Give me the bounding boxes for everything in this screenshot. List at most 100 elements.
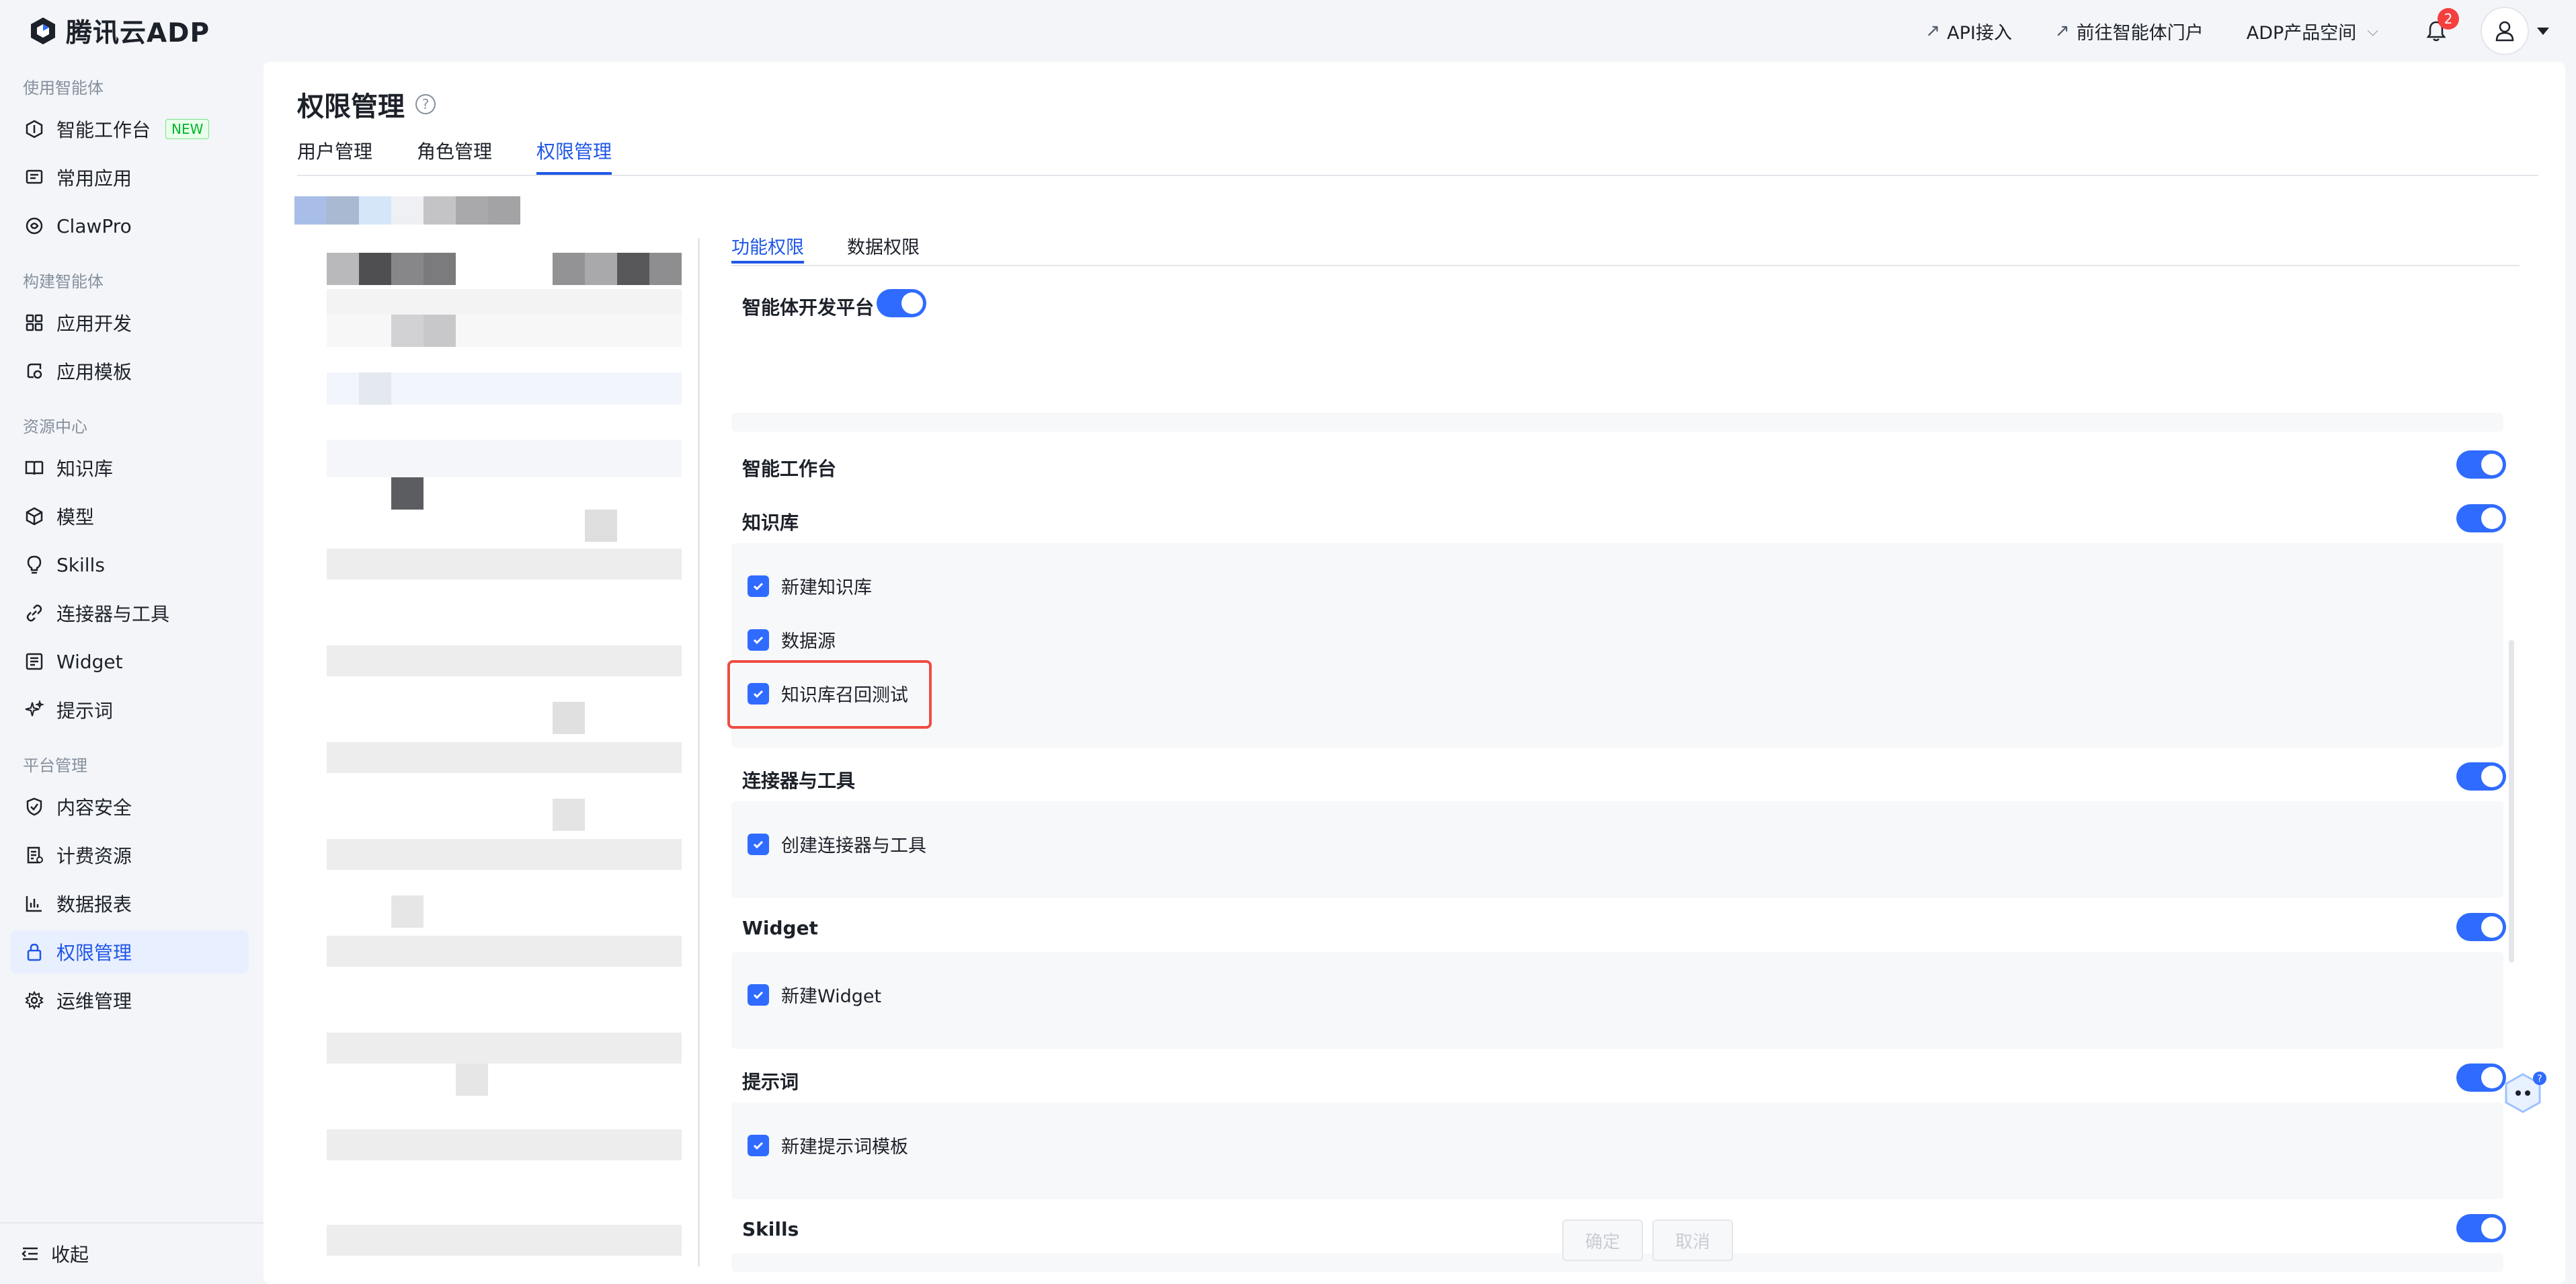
cancel-button[interactable]: 取消 (1652, 1219, 1733, 1261)
connectors-items-box (731, 801, 2503, 898)
highlight-box (727, 660, 932, 729)
sidebar-item-clawpro[interactable]: ClawPro (11, 204, 249, 247)
permission-label: 数据源 (781, 631, 836, 652)
blurred-block (327, 196, 359, 225)
tab-permission-management[interactable]: 权限管理 (536, 134, 612, 175)
avatar[interactable] (2481, 7, 2529, 55)
sidebar-item-common-apps[interactable]: 常用应用 (11, 156, 249, 199)
help-icon[interactable]: ? (415, 94, 436, 114)
tab-role-management[interactable]: 角色管理 (417, 134, 492, 175)
external-arrow-icon: ↗ (1925, 21, 1941, 41)
blurred-block (327, 289, 682, 315)
tab-function-permissions[interactable]: 功能权限 (731, 223, 804, 264)
checkbox-checked-icon (748, 575, 769, 597)
tab-user-management[interactable]: 用户管理 (297, 134, 372, 175)
widget-icon (26, 653, 43, 670)
blurred-block (359, 253, 391, 285)
section-toggle-prompts[interactable] (2456, 1064, 2506, 1092)
new-badge: NEW (165, 119, 210, 139)
blurred-block (456, 1064, 488, 1096)
sidebar-item-connectors[interactable]: 连接器与工具 (11, 592, 249, 635)
blurred-block (327, 742, 682, 773)
cube-icon (26, 507, 43, 526)
blurred-block (359, 196, 391, 225)
billing-icon (27, 846, 43, 864)
section-title-skills: Skills (742, 1218, 799, 1240)
blurred-block (617, 253, 649, 285)
blurred-block (424, 253, 456, 285)
sidebar-item-reports[interactable]: 数据报表 (11, 882, 249, 925)
blurred-block (294, 196, 327, 225)
page-title: 权限管理 ? (297, 85, 436, 124)
permission-subtabs: 功能权限 数据权限 (731, 223, 920, 264)
svg-text:?: ? (2537, 1074, 2542, 1084)
top-bar: 腾讯云ADP ↗ API接入 ↗ 前往智能体门户 ADP产品空间 ⌵ 2 (0, 0, 2576, 62)
sidebar-group-title: 平台管理 (23, 756, 87, 775)
permission-label: 新建Widget (781, 986, 882, 1007)
claw-icon (26, 217, 43, 235)
section-toggle-widget[interactable] (2456, 913, 2506, 941)
shield-icon (26, 797, 42, 816)
space-selector[interactable]: ADP产品空间 ⌵ (2247, 18, 2378, 44)
collapse-sidebar-button[interactable]: 收起 (0, 1222, 264, 1284)
collapse-icon (22, 1247, 38, 1260)
sidebar-item-prompts[interactable]: 提示词 (11, 688, 249, 731)
scrollbar[interactable] (2509, 640, 2514, 963)
sidebar-item-label: Widget (56, 650, 123, 673)
dashboard-icon (26, 120, 43, 138)
permission-checkbox-create-prompt-template[interactable]: 新建提示词模板 (748, 1132, 908, 1158)
sidebar-item-skills[interactable]: Skills (11, 543, 249, 586)
section-title-widget: Widget (742, 917, 818, 939)
sidebar-item-widget[interactable]: Widget (11, 640, 249, 683)
notification-badge: 2 (2438, 8, 2459, 30)
blurred-block (424, 196, 456, 225)
permission-checkbox-create-widget[interactable]: 新建Widget (748, 981, 881, 1008)
notification-button[interactable]: 2 (2423, 8, 2459, 44)
platform-toggle[interactable] (877, 289, 926, 317)
section-title-workbench: 智能工作台 (742, 458, 837, 480)
section-toggle-connectors[interactable] (2456, 762, 2506, 791)
sidebar-item-label: 常用应用 (56, 167, 132, 190)
blurred-block (488, 196, 520, 225)
sidebar-item-knowledge-base[interactable]: 知识库 (11, 446, 249, 489)
brand-logo[interactable]: 腾讯云ADP (27, 12, 210, 50)
permission-checkbox-datasource[interactable]: 数据源 (748, 627, 836, 653)
sidebar-item-permissions[interactable]: 权限管理 (11, 930, 249, 973)
permission-checkbox-create-connector[interactable]: 创建连接器与工具 (748, 831, 926, 857)
section-toggle-knowledge-base[interactable] (2456, 504, 2506, 532)
user-menu-caret-icon[interactable] (2537, 27, 2549, 35)
sidebar-item-label: 提示词 (56, 700, 114, 722)
page-tabs: 用户管理 角色管理 权限管理 (297, 134, 612, 175)
tab-data-permissions[interactable]: 数据权限 (847, 223, 920, 264)
permission-checkbox-create-kb[interactable]: 新建知识库 (748, 573, 872, 599)
assistant-bot-button[interactable]: ? (2499, 1070, 2546, 1117)
section-toggle-workbench[interactable] (2456, 450, 2506, 479)
sidebar-item-content-security[interactable]: 内容安全 (11, 785, 249, 828)
sidebar-item-app-dev[interactable]: 应用开发 (11, 301, 249, 344)
api-access-link[interactable]: ↗ API接入 (1925, 18, 2012, 44)
confirm-button[interactable]: 确定 (1562, 1219, 1643, 1261)
pane-divider (698, 238, 700, 1267)
sidebar-item-app-template[interactable]: 应用模板 (11, 350, 249, 393)
agent-portal-link[interactable]: ↗ 前往智能体门户 (2055, 18, 2204, 44)
sidebar-item-label: ClawPro (56, 214, 132, 237)
blurred-block (327, 253, 359, 285)
assistant-bot-icon: ? (2505, 1072, 2546, 1113)
blurred-block (327, 645, 682, 676)
blurred-block (553, 799, 585, 831)
section-toggle-skills[interactable] (2456, 1214, 2506, 1242)
section-title-knowledge-base: 知识库 (742, 512, 799, 534)
checkbox-checked-icon (748, 629, 769, 651)
sidebar-item-billing[interactable]: 计费资源 (11, 834, 249, 877)
api-access-label: API接入 (1947, 22, 2012, 44)
sidebar-item-model[interactable]: 模型 (11, 495, 249, 538)
sidebar-item-label: 权限管理 (56, 942, 132, 964)
platform-separator (731, 413, 2503, 432)
agent-portal-label: 前往智能体门户 (2076, 22, 2204, 44)
knowledge-base-items-box (731, 543, 2503, 748)
sidebar-item-ops[interactable]: 运维管理 (11, 979, 249, 1022)
blurred-role-list (288, 196, 745, 1272)
section-title-connectors: 连接器与工具 (742, 770, 856, 792)
sidebar-item-workbench[interactable]: 智能工作台 NEW (11, 108, 249, 151)
message-icon (26, 169, 43, 184)
